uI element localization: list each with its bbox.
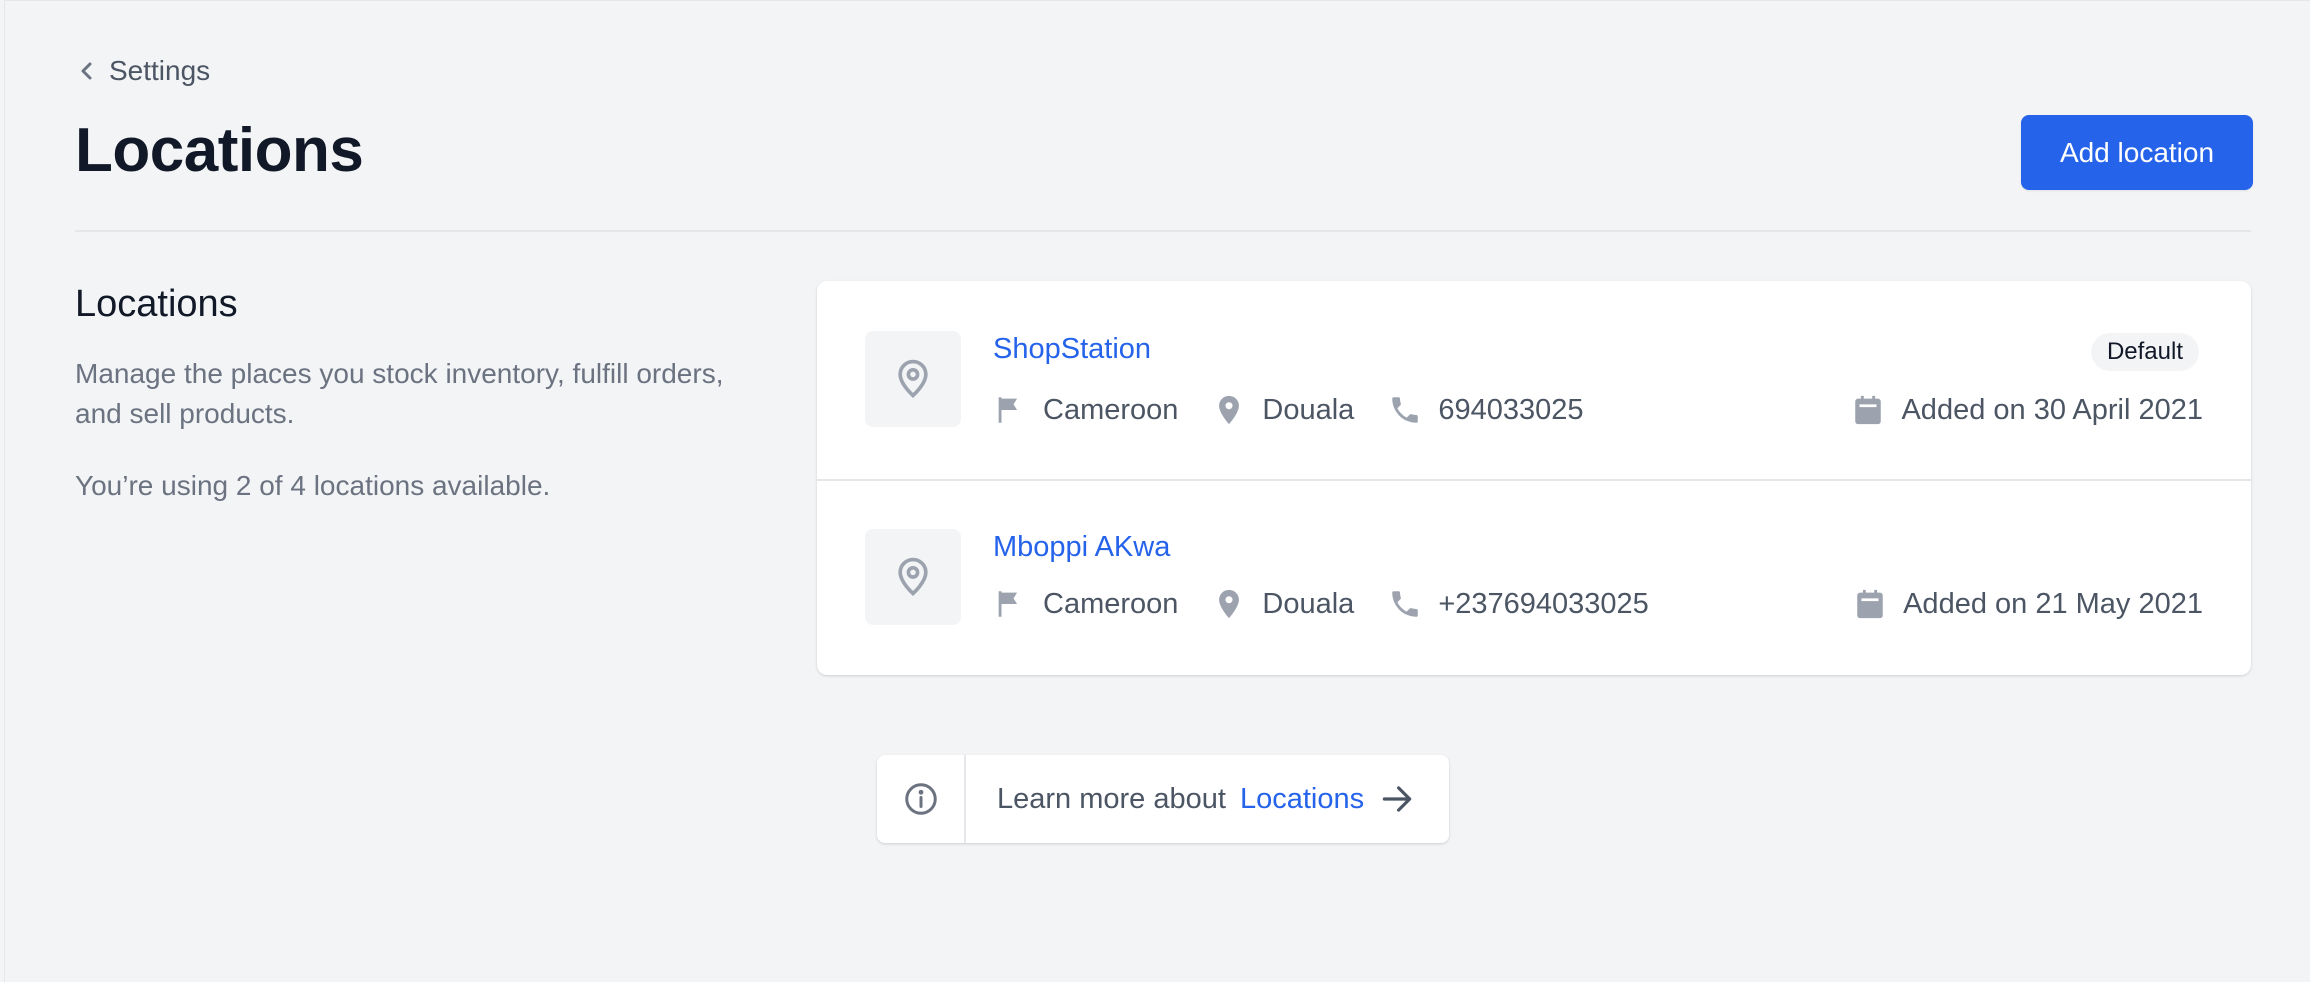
location-row[interactable]: Mboppi AKwa Cameroon Douala +23769403302… [817, 481, 2251, 675]
city-text: Douala [1262, 393, 1355, 426]
added-text: Added on 30 April 2021 [1901, 393, 2203, 426]
back-to-settings-link[interactable]: Settings [75, 51, 210, 91]
location-meta: Cameroon Douala +237694033025 [993, 587, 1683, 621]
location-city: Douala [1212, 393, 1354, 427]
location-thumbnail [865, 529, 961, 625]
location-meta: Cameroon Douala 694033025 [993, 393, 1617, 427]
locations-sidebar: Locations Manage the places you stock in… [75, 283, 775, 538]
page-title: Locations [75, 116, 364, 185]
header-divider [75, 230, 2251, 232]
back-label: Settings [109, 55, 211, 86]
location-row[interactable]: ShopStation Default Cameroon Douala 6940… [817, 281, 2251, 481]
location-country: Cameroon [993, 393, 1178, 427]
calendar-icon [1857, 589, 1883, 619]
arrow-right-icon[interactable] [1378, 780, 1416, 818]
city-text: Douala [1262, 587, 1355, 620]
location-name[interactable]: ShopStation [993, 333, 1151, 366]
added-text: Added on 21 May 2021 [1903, 587, 2203, 620]
map-pin-icon [1219, 589, 1240, 619]
location-phone: 694033025 [1388, 393, 1583, 427]
location-added-date: Added on 30 April 2021 [1851, 393, 2203, 427]
map-pin-outline-icon [898, 557, 928, 596]
page-frame: Settings Locations Add location Location… [4, 0, 2310, 982]
phone-text: +237694033025 [1438, 587, 1649, 620]
info-section [877, 755, 966, 843]
phone-text: 694033025 [1438, 393, 1584, 426]
location-phone: +237694033025 [1388, 587, 1649, 621]
learn-more-box: Learn more about Locations [877, 755, 1449, 843]
phone-icon [1392, 591, 1419, 617]
phone-icon [1392, 397, 1419, 423]
calendar-icon [1855, 395, 1882, 425]
info-circle-icon [904, 783, 937, 815]
sidebar-heading: Locations [75, 283, 238, 325]
learn-more-link[interactable]: Locations [1240, 783, 1364, 816]
flag-icon [998, 591, 1018, 617]
map-pin-outline-icon [898, 359, 928, 398]
learn-more-text: Learn more about [997, 782, 1226, 815]
location-country: Cameroon [993, 587, 1178, 621]
country-text: Cameroon [1043, 587, 1179, 620]
sidebar-usage: You’re using 2 of 4 locations available. [75, 470, 551, 501]
location-name[interactable]: Mboppi AKwa [993, 531, 1170, 564]
location-added-date: Added on 21 May 2021 [1853, 587, 2203, 621]
add-location-button[interactable]: Add location [2021, 115, 2253, 190]
location-thumbnail [865, 331, 961, 427]
location-city: Douala [1212, 587, 1354, 621]
map-pin-icon [1219, 395, 1240, 425]
default-badge: Default [2090, 333, 2199, 371]
locations-list: ShopStation Default Cameroon Douala 6940… [817, 281, 2251, 675]
country-text: Cameroon [1043, 393, 1179, 426]
sidebar-description: Manage the places you stock inventory, f… [75, 358, 724, 429]
flag-icon [998, 397, 1018, 423]
chevron-left-icon [81, 62, 92, 80]
